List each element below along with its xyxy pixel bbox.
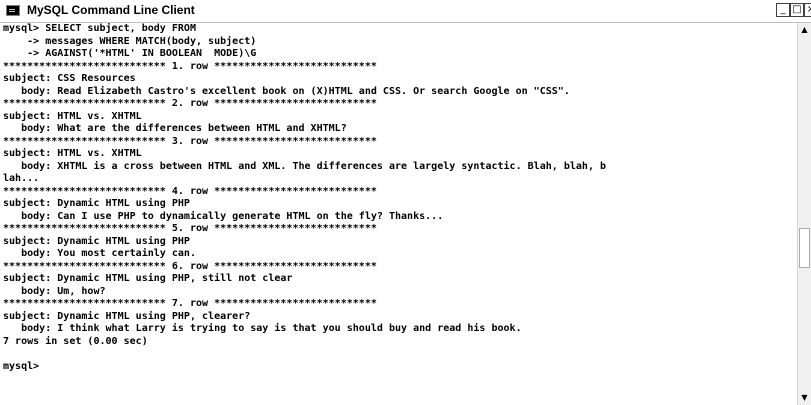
console-line: *************************** 4. row *****…	[3, 185, 377, 197]
console-text: mysql> SELECT subject, body FROM -> mess…	[0, 23, 797, 373]
console-line: *************************** 5. row *****…	[3, 223, 377, 234]
mysql-console-window: MySQL Command Line Client _ □ × mysql> S…	[0, 0, 811, 405]
console-line: body: You most certainly can.	[3, 248, 196, 259]
console-line: mysql>	[3, 360, 40, 372]
console-line: body: I think what Larry is trying to sa…	[3, 323, 522, 334]
console-line: body: Read Elizabeth Castro's excellent …	[3, 85, 570, 97]
vertical-scrollbar[interactable]: ▲ ▼	[797, 23, 811, 405]
scroll-down-arrow-icon[interactable]: ▼	[798, 391, 811, 405]
close-button[interactable]: ×	[804, 3, 811, 17]
console-line: *************************** 2. row *****…	[3, 98, 377, 109]
console-line: *************************** 7. row *****…	[3, 298, 377, 309]
maximize-button[interactable]: □	[790, 3, 804, 17]
console-line: subject: CSS Resources	[3, 73, 136, 84]
scroll-thumb[interactable]	[799, 228, 810, 268]
console-line: *************************** 3. row *****…	[3, 135, 377, 147]
console-app-icon[interactable]	[6, 5, 20, 16]
console-line: subject: HTML vs. XHTML	[3, 148, 142, 159]
console-line: subject: Dynamic HTML using PHP, still n…	[3, 273, 293, 284]
console-line: *************************** 1. row *****…	[3, 60, 377, 72]
console-line: subject: Dynamic HTML using PHP	[3, 198, 190, 209]
console-line: *************************** 6. row *****…	[3, 260, 377, 272]
console-line: subject: Dynamic HTML using PHP	[3, 235, 190, 247]
window-title: MySQL Command Line Client	[27, 3, 195, 17]
console-line: mysql> SELECT subject, body FROM	[3, 23, 196, 34]
console-line: body: What are the differences between H…	[3, 123, 347, 134]
console-line: subject: Dynamic HTML using PHP, clearer…	[3, 310, 251, 322]
console-line: lah...	[3, 173, 40, 184]
console-line: subject: HTML vs. XHTML	[3, 110, 142, 122]
minimize-button[interactable]: _	[776, 3, 790, 17]
scroll-up-arrow-icon[interactable]: ▲	[798, 23, 811, 37]
console-line: body: XHTML is a cross between HTML and …	[3, 160, 607, 172]
console-line: -> AGAINST('*HTML' IN BOOLEAN MODE)\G	[3, 48, 257, 59]
title-bar[interactable]: MySQL Command Line Client _ □ ×	[0, 0, 811, 23]
console-line: body: Um, how?	[3, 285, 106, 297]
console-line: -> messages WHERE MATCH(body, subject)	[3, 35, 257, 47]
console-line: body: Can I use PHP to dynamically gener…	[3, 210, 444, 222]
console-line: 7 rows in set (0.00 sec)	[3, 335, 148, 347]
console-output[interactable]: mysql> SELECT subject, body FROM -> mess…	[0, 23, 797, 405]
